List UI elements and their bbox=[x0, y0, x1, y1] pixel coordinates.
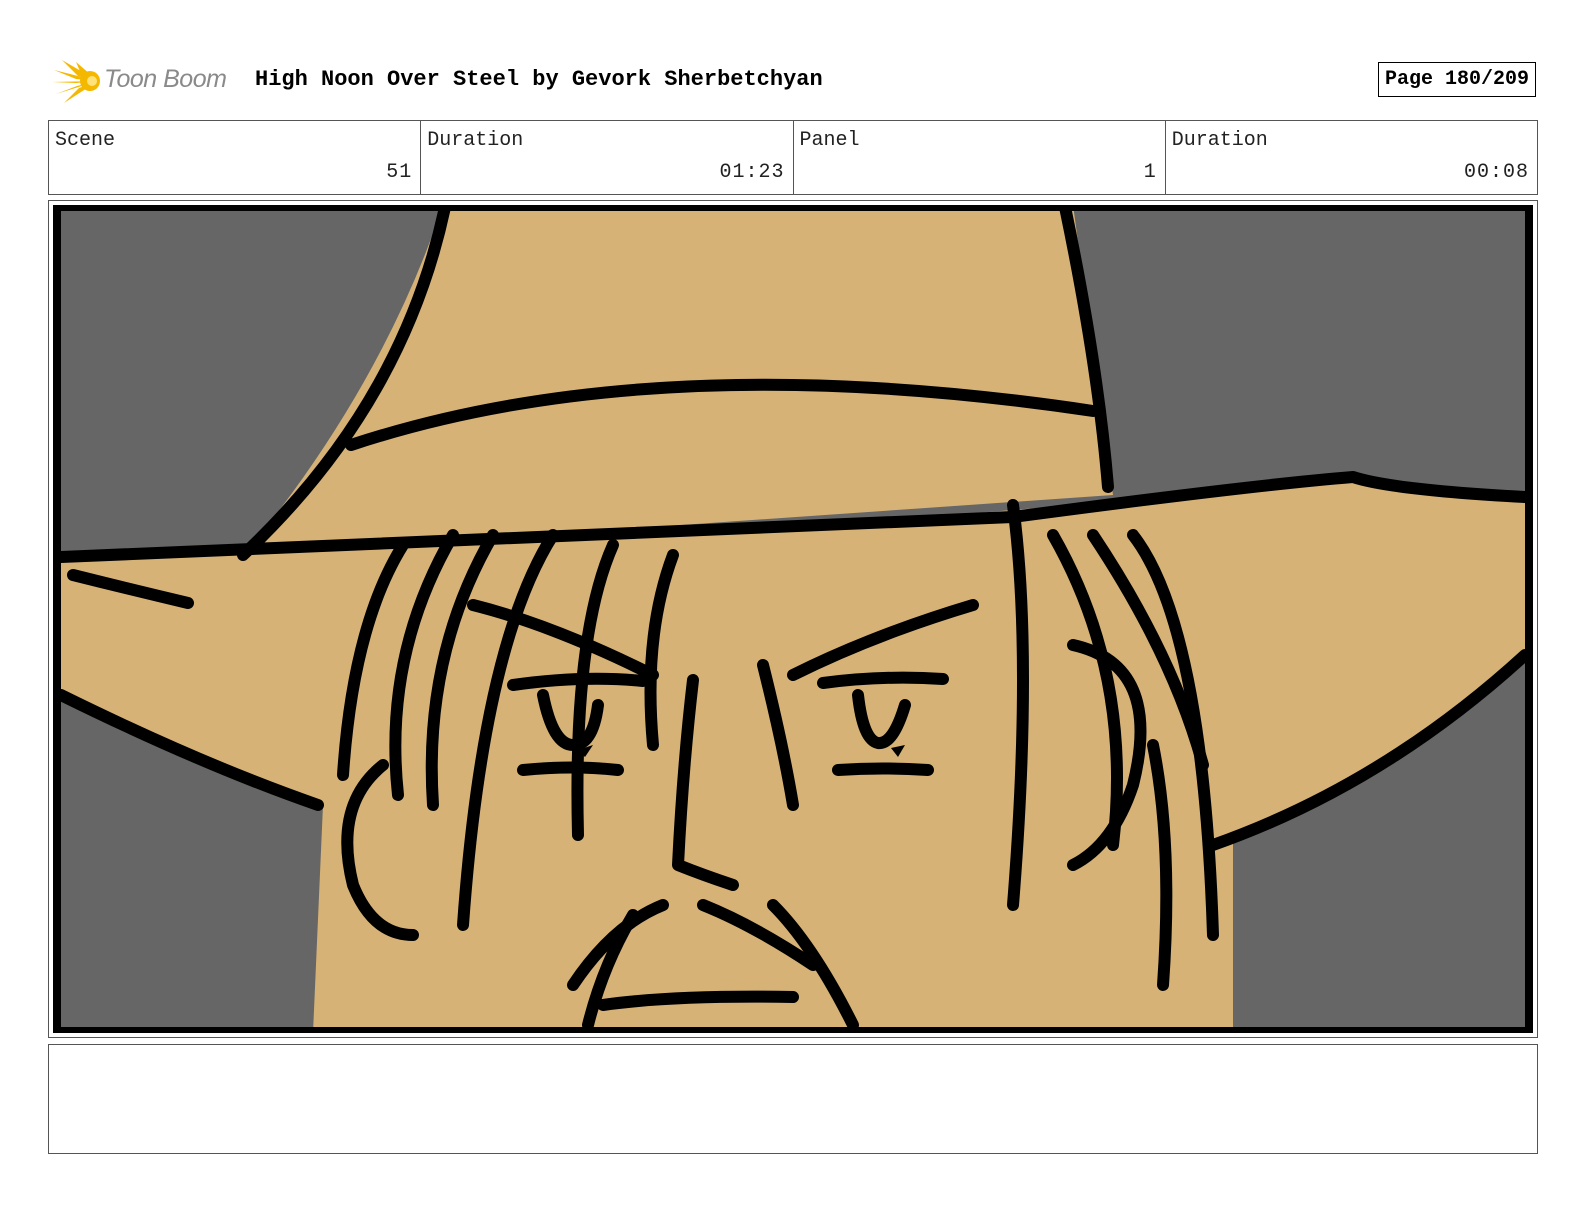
logo-text: Toon Boom bbox=[104, 65, 227, 93]
panel-duration-cell: Duration 00:08 bbox=[1166, 121, 1537, 194]
starburst-icon bbox=[52, 60, 100, 103]
toon-boom-logo: Toon Boom bbox=[52, 56, 242, 106]
scene-info-table: Scene 51 Duration 01:23 Panel 1 Duration… bbox=[48, 120, 1538, 195]
storyboard-panel-image bbox=[53, 205, 1533, 1033]
page-indicator: Page 180/209 bbox=[1377, 62, 1536, 97]
cowboy-face-drawing bbox=[61, 211, 1525, 1027]
panel-value: 1 bbox=[1143, 161, 1157, 184]
scene-duration-cell: Duration 01:23 bbox=[421, 121, 794, 194]
document-title: High Noon Over Steel by Gevork Sherbetch… bbox=[255, 67, 823, 92]
storyboard-panel-frame bbox=[48, 200, 1538, 1038]
scene-label: Scene bbox=[55, 129, 116, 152]
scene-value: 51 bbox=[386, 161, 413, 184]
panel-notes-box bbox=[48, 1044, 1538, 1154]
scene-duration-value: 01:23 bbox=[719, 161, 785, 184]
scene-duration-label: Duration bbox=[427, 129, 524, 152]
panel-label: Panel bbox=[799, 129, 860, 152]
scene-cell: Scene 51 bbox=[49, 121, 422, 194]
panel-duration-label: Duration bbox=[1171, 129, 1268, 152]
panel-cell: Panel 1 bbox=[794, 121, 1166, 194]
panel-duration-value: 00:08 bbox=[1463, 161, 1529, 184]
storyboard-header: Toon Boom High Noon Over Steel by Gevork… bbox=[52, 56, 1536, 106]
